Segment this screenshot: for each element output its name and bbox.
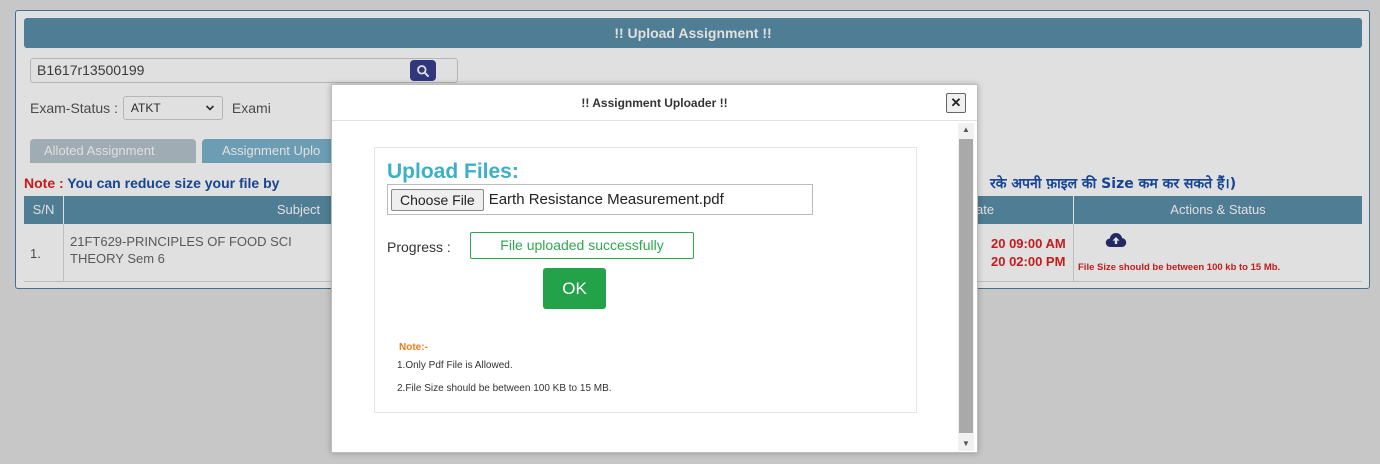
modal-title: !! Assignment Uploader !! — [581, 96, 728, 110]
note-heading: Note:- — [399, 342, 428, 353]
upload-form: Upload Files: Choose File Earth Resistan… — [374, 147, 917, 413]
scrollbar-thumb[interactable] — [959, 139, 973, 433]
note-line-pdf-only: 1.Only Pdf File is Allowed. — [397, 360, 513, 371]
scroll-up-icon[interactable]: ▲ — [958, 123, 974, 137]
assignment-uploader-modal: !! Assignment Uploader !! ✕ ▲ ▼ Upload F… — [331, 84, 978, 453]
modal-header: !! Assignment Uploader !! ✕ — [332, 85, 977, 121]
progress-status-badge: File uploaded successfully — [470, 232, 694, 259]
ok-button[interactable]: OK — [543, 268, 606, 309]
note-line-file-size: 2.File Size should be between 100 KB to … — [397, 383, 612, 394]
scroll-down-icon[interactable]: ▼ — [958, 437, 974, 451]
upload-files-heading: Upload Files: — [387, 160, 519, 183]
close-icon: ✕ — [950, 95, 962, 110]
choose-file-button[interactable]: Choose File — [391, 188, 484, 211]
selected-file-name: Earth Resistance Measurement.pdf — [488, 191, 724, 208]
close-button[interactable]: ✕ — [946, 93, 966, 113]
file-input[interactable]: Choose File Earth Resistance Measurement… — [387, 184, 813, 215]
modal-scrollbar[interactable]: ▲ ▼ — [958, 123, 974, 451]
progress-label: Progress : — [387, 239, 451, 255]
